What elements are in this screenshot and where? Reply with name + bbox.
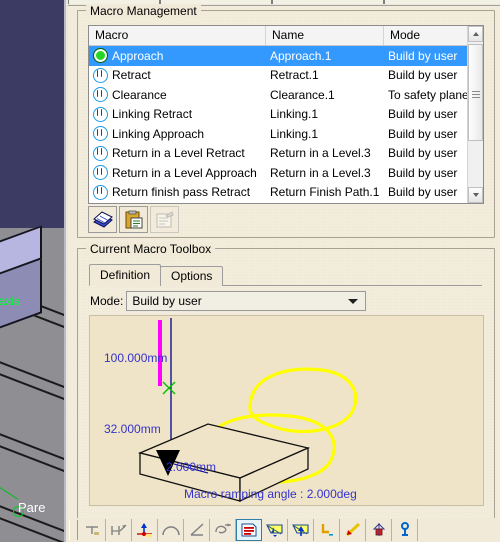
macro-cell-name: Linking.1 — [270, 126, 319, 141]
approach-target-icon — [93, 48, 108, 64]
mode-label: Mode: — [90, 294, 124, 308]
ramping-angle-icon[interactable] — [184, 519, 210, 541]
remove-element-icon[interactable] — [392, 519, 418, 541]
macro-cell-name: Linking.1 — [270, 107, 319, 122]
axial-move-icon[interactable] — [132, 519, 158, 541]
macro-cell-name: Approach.1 — [270, 48, 332, 63]
add-sequence-icon[interactable] — [366, 519, 392, 541]
scroll-up-button[interactable] — [468, 26, 483, 42]
chevron-down-icon — [472, 193, 479, 197]
table-row[interactable]: Linking Retract Linking.1 Build by user — [89, 105, 483, 125]
mode-combobox-value: Build by user — [132, 294, 202, 308]
mode-combobox[interactable]: Build by user — [126, 291, 367, 311]
properties-icon — [156, 210, 174, 227]
copy-macro-button[interactable] — [119, 206, 148, 233]
macro-icon — [93, 126, 108, 142]
cad-axis-label: ng axis — [0, 294, 21, 308]
macro-ramping-angle-label: Macro ramping angle : 2.000deg — [184, 487, 357, 501]
macro-actions-toolbar — [88, 206, 181, 233]
horizontal-distance-icon[interactable] — [80, 519, 106, 541]
macro-icon — [93, 165, 108, 181]
scroll-down-button[interactable] — [468, 187, 483, 203]
table-row[interactable]: Clearance Clearance.1 To safety plane — [89, 85, 483, 105]
current-macro-toolbox-group: Current Macro Toolbox Definition Options… — [77, 242, 495, 536]
current-macro-toolbox-title: Current Macro Toolbox — [86, 242, 216, 256]
tab-definition[interactable]: Definition — [89, 264, 162, 286]
tangent-move-icon[interactable] — [314, 519, 340, 541]
circular-move-icon[interactable] — [158, 519, 184, 541]
toolpath-loop-upper — [248, 367, 358, 434]
macro-cell-macro: Return in a Level Approach — [112, 165, 257, 180]
macro-cell-name: Return in a Level.3 — [270, 165, 371, 180]
macro-cell-macro: Approach — [112, 48, 164, 63]
macro-cell-name: Return in a Level.3 — [270, 146, 371, 161]
toolbox-tabs: Definition Options — [89, 264, 224, 286]
dimension-label-32mm: 32.000mm — [104, 422, 161, 436]
normal-move-icon[interactable] — [340, 519, 366, 541]
macro-cell-macro: Retract — [112, 68, 151, 83]
macro-icon — [93, 106, 108, 122]
cad-part-label: Pare — [18, 500, 46, 515]
macro-cell-name: Return Finish Path.1 — [270, 185, 380, 200]
chevron-up-icon — [472, 32, 479, 36]
stacked-sheets-icon — [92, 210, 113, 228]
tab-options[interactable]: Options — [160, 266, 224, 286]
macro-icon — [93, 184, 108, 200]
scrollbar-grip-icon — [472, 89, 480, 98]
macro-list[interactable]: Macro Name Mode Approach Approach.1 Buil… — [88, 25, 484, 204]
macro-list-header: Macro Name Mode — [89, 26, 483, 46]
macro-management-group: Macro Management Macro Name Mode Approac… — [77, 4, 495, 238]
macro-cell-name: Retract.1 — [270, 68, 319, 83]
dimension-label-100mm: 100.000mm — [104, 351, 167, 365]
screenshot-root: ng axis Pare Macro Management Macro Name — [0, 0, 500, 542]
cad-viewport-background[interactable]: ng axis Pare — [0, 0, 64, 542]
macro-cell-macro: Linking Retract — [112, 107, 193, 122]
macro-dialog-panel: Macro Management Macro Name Mode Approac… — [64, 0, 500, 542]
table-row[interactable]: Linking Approach Linking.1 Build by user — [89, 124, 483, 144]
pp-word-icon[interactable] — [236, 519, 262, 541]
column-header-name[interactable]: Name — [266, 26, 384, 45]
macro-icon — [93, 87, 108, 103]
chevron-down-icon — [348, 299, 359, 304]
table-row[interactable]: Return in a Level Retract Return in a Le… — [89, 144, 483, 164]
macro-icon — [93, 67, 108, 83]
macro-cell-macro: Linking Approach — [112, 126, 205, 141]
macro-preview-graphics: 100.000mm 32.000mm 2.000mm Macro ramping… — [104, 318, 358, 503]
macro-icon — [93, 145, 108, 161]
macro-management-title: Macro Management — [86, 4, 201, 18]
angular-distance-icon[interactable] — [106, 519, 132, 541]
mode-row: Mode: Build by user — [90, 291, 367, 311]
plunge-start-marker-icon — [162, 381, 176, 395]
macro-preview-viewport[interactable]: 100.000mm 32.000mm 2.000mm Macro ramping… — [89, 315, 484, 506]
macro-cell-macro: Return in a Level Retract — [112, 146, 245, 161]
table-row[interactable]: Retract Retract.1 Build by user — [89, 66, 483, 86]
macro-list-body: Approach Approach.1 Build by user Retrac… — [89, 46, 483, 202]
clipboard-paste-icon — [125, 210, 142, 228]
dimension-label-2mm: 2.000mm — [166, 460, 216, 474]
macro-cell-macro: Return finish pass Retract — [112, 185, 251, 200]
edit-macro-properties-button — [150, 206, 179, 233]
macro-element-toolbar — [68, 518, 500, 542]
move-from-plane-icon[interactable] — [288, 519, 314, 541]
helix-move-icon[interactable] — [210, 519, 236, 541]
move-to-plane-icon[interactable] — [262, 519, 288, 541]
toolbar-drag-handle[interactable] — [69, 520, 78, 540]
scrollbar-thumb[interactable] — [468, 44, 483, 141]
macro-cell-macro: Clearance — [112, 87, 167, 102]
macro-cell-name: Clearance.1 — [270, 87, 335, 102]
macro-list-scrollbar[interactable] — [467, 26, 483, 203]
column-header-macro[interactable]: Macro — [89, 26, 266, 45]
activate-macro-button[interactable] — [88, 206, 117, 233]
table-row[interactable]: Return in a Level Approach Return in a L… — [89, 163, 483, 183]
table-row[interactable]: Approach Approach.1 Build by user — [89, 46, 483, 66]
table-row[interactable]: Return finish pass Retract Return Finish… — [89, 183, 483, 203]
